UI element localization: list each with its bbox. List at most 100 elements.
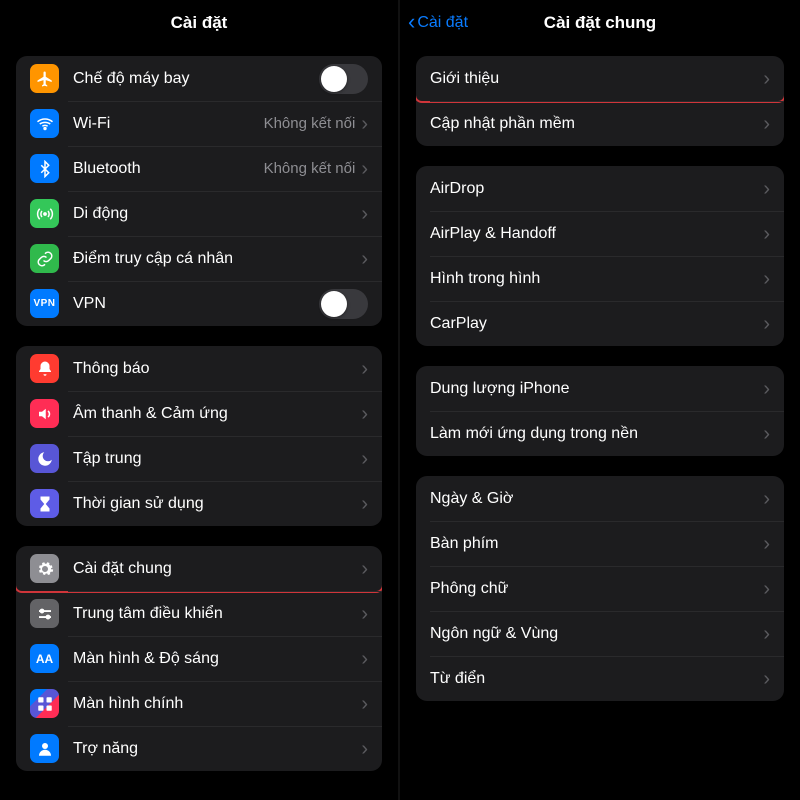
row-label: Bluetooth [73,160,264,178]
settings-group: Ngày & Giờ›Bàn phím›Phông chữ›Ngôn ngữ &… [416,476,784,701]
page-title: Cài đặt [171,13,228,33]
row-label: Làm mới ứng dụng trong nền [430,425,763,443]
chevron-right-icon: › [361,604,368,624]
row-keyboard[interactable]: Bàn phím› [416,521,784,566]
wifi-icon [30,109,59,138]
moon-icon [30,444,59,473]
chevron-right-icon: › [361,114,368,134]
row-fonts[interactable]: Phông chữ› [416,566,784,611]
row-screentime[interactable]: Thời gian sử dụng› [16,481,382,526]
row-label: VPN [73,295,319,313]
row-label: Hình trong hình [430,270,763,288]
general-settings-screen: ‹ Cài đặt Cài đặt chung Giới thiệu›Cập n… [400,0,800,800]
row-dict[interactable]: Từ điển› [416,656,784,701]
row-label: Ngôn ngữ & Vùng [430,625,763,643]
chevron-right-icon: › [361,404,368,424]
row-about[interactable]: Giới thiệu› [416,56,784,101]
chevron-right-icon: › [361,559,368,579]
row-label: Thời gian sử dụng [73,495,361,513]
vpn-icon: VPN [30,289,59,318]
chevron-right-icon: › [763,69,770,89]
chevron-right-icon: › [763,314,770,334]
row-sounds[interactable]: Âm thanh & Cảm ứng› [16,391,382,436]
row-carplay[interactable]: CarPlay› [416,301,784,346]
row-hotspot[interactable]: Điểm truy cập cá nhân› [16,236,382,281]
chevron-right-icon: › [361,649,368,669]
settings-group: Giới thiệu›Cập nhật phần mềm› [416,56,784,146]
row-storage[interactable]: Dung lượng iPhone› [416,366,784,411]
row-label: Wi-Fi [73,115,264,133]
row-focus[interactable]: Tập trung› [16,436,382,481]
row-label: Dung lượng iPhone [430,380,763,398]
row-label: Thông báo [73,360,361,378]
settings-group: AirDrop›AirPlay & Handoff›Hình trong hìn… [416,166,784,346]
chevron-right-icon: › [763,379,770,399]
chevron-right-icon: › [763,669,770,689]
row-label: Ngày & Giờ [430,490,763,508]
settings-group: Cài đặt chung›Trung tâm điều khiển›AAMàn… [16,546,382,771]
row-label: Trợ năng [73,740,361,758]
sliders-icon [30,599,59,628]
settings-group: Dung lượng iPhone›Làm mới ứng dụng trong… [416,366,784,456]
row-detail: Không kết nối [264,115,356,132]
chevron-right-icon: › [763,624,770,644]
row-pip[interactable]: Hình trong hình› [416,256,784,301]
header: Cài đặt [0,0,398,46]
display-icon: AA [30,644,59,673]
row-cellular[interactable]: Di động› [16,191,382,236]
row-display[interactable]: AA Màn hình & Độ sáng› [16,636,382,681]
speaker-icon [30,399,59,428]
row-lang[interactable]: Ngôn ngữ & Vùng› [416,611,784,656]
row-label: AirPlay & Handoff [430,225,763,243]
settings-group: Thông báo›Âm thanh & Cảm ứng›Tập trung›T… [16,346,382,526]
row-home[interactable]: Màn hình chính› [16,681,382,726]
bell-icon [30,354,59,383]
row-label: Phông chữ [430,580,763,598]
row-notifications[interactable]: Thông báo› [16,346,382,391]
row-datetime[interactable]: Ngày & Giờ› [416,476,784,521]
toggle-vpn[interactable] [319,289,368,319]
link-icon [30,244,59,273]
chevron-right-icon: › [763,179,770,199]
row-support[interactable]: Trợ năng› [16,726,382,771]
antenna-icon [30,199,59,228]
chevron-right-icon: › [763,224,770,244]
general-list: Giới thiệu›Cập nhật phần mềm›AirDrop›Air… [400,56,800,711]
row-label: Tập trung [73,450,361,468]
grid-icon [30,689,59,718]
row-label: Chế độ máy bay [73,70,319,88]
chevron-right-icon: › [763,269,770,289]
chevron-right-icon: › [361,494,368,514]
row-label: Màn hình & Độ sáng [73,650,361,668]
chevron-right-icon: › [361,449,368,469]
row-airdrop[interactable]: AirDrop› [416,166,784,211]
row-label: Âm thanh & Cảm ứng [73,405,361,423]
row-label: Cài đặt chung [73,560,361,578]
settings-screen: Cài đặt Chế độ máy bay Wi-FiKhông kết nối… [0,0,400,800]
chevron-left-icon: ‹ [408,11,415,33]
row-label: Màn hình chính [73,695,361,713]
settings-group: Chế độ máy bay Wi-FiKhông kết nối › Bluetoo… [16,56,382,326]
back-button[interactable]: ‹ Cài đặt [408,0,468,46]
settings-list: Chế độ máy bay Wi-FiKhông kết nối › Bluetoo… [0,56,398,781]
chevron-right-icon: › [763,489,770,509]
page-title: Cài đặt chung [544,13,656,33]
row-control[interactable]: Trung tâm điều khiển› [16,591,382,636]
toggle-airplane[interactable] [319,64,368,94]
row-general[interactable]: Cài đặt chung› [16,546,382,591]
bluetooth-icon [30,154,59,183]
row-bluetooth[interactable]: BluetoothKhông kết nối› [16,146,382,191]
row-airplane[interactable]: Chế độ máy bay [16,56,382,101]
row-vpn[interactable]: VPN VPN [16,281,382,326]
row-bgapp[interactable]: Làm mới ứng dụng trong nền› [416,411,784,456]
row-label: Trung tâm điều khiển [73,605,361,623]
row-update[interactable]: Cập nhật phần mềm› [416,101,784,146]
row-label: Bàn phím [430,535,763,553]
row-airplay[interactable]: AirPlay & Handoff› [416,211,784,256]
chevron-right-icon: › [361,204,368,224]
row-wifi[interactable]: Wi-FiKhông kết nối › [16,101,382,146]
chevron-right-icon: › [361,249,368,269]
gear-icon [30,554,59,583]
chevron-right-icon: › [361,739,368,759]
row-label: Từ điển [430,670,763,688]
